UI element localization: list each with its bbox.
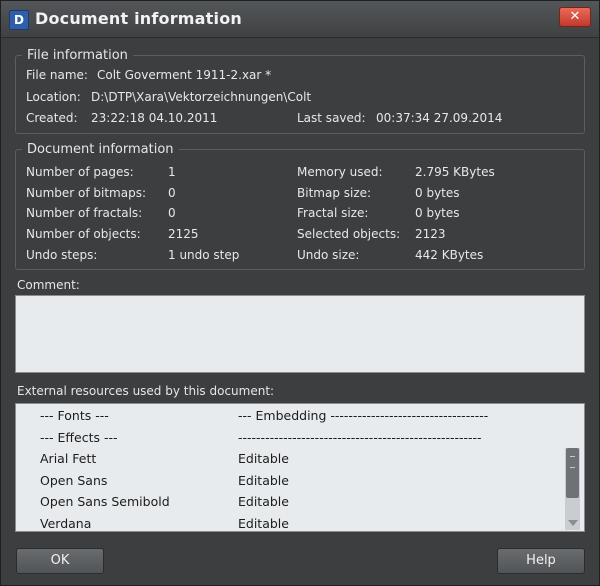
list-item-name[interactable]: Open Sans: [40, 473, 107, 488]
document-information-dialog: D Document information ✕ File informatio…: [0, 0, 600, 586]
list-item-name: --- Fonts ---: [40, 408, 109, 423]
list-item-status: Editable: [238, 494, 289, 509]
external-resources-list[interactable]: --- Fonts --- --- Embedding ------------…: [15, 403, 585, 532]
doc-stat-label: Selected objects:: [297, 227, 401, 241]
file-name-value: Colt Goverment 1911-2.xar *: [97, 68, 272, 82]
doc-stat-label: Undo steps:: [26, 248, 98, 262]
close-icon: ✕: [569, 9, 581, 24]
doc-stat-label: Memory used:: [297, 165, 383, 179]
file-information-legend: File information: [27, 48, 128, 63]
grip-icon: [570, 456, 575, 468]
list-item-status: Editable: [238, 516, 289, 531]
doc-stat-value: 2.795 KBytes: [415, 165, 495, 179]
doc-stat-value: 0 bytes: [415, 206, 460, 220]
help-button[interactable]: Help: [497, 548, 585, 574]
title-bar[interactable]: D Document information ✕: [1, 1, 599, 38]
doc-stat-label: Number of pages:: [26, 165, 134, 179]
list-item-name: --- Effects ---: [40, 430, 118, 445]
document-information-legend: Document information: [27, 142, 174, 157]
doc-stat-label: Fractal size:: [297, 206, 369, 220]
file-name-label: File name:: [26, 68, 88, 82]
ok-button[interactable]: OK: [16, 548, 104, 574]
scrollbar-thumb[interactable]: [566, 448, 579, 498]
doc-stat-label: Undo size:: [297, 248, 360, 262]
list-item-status: Editable: [238, 451, 289, 466]
doc-stat-value: 442 KBytes: [415, 248, 484, 262]
doc-stat-label: Number of objects:: [26, 227, 141, 241]
comment-label: Comment:: [17, 278, 80, 292]
doc-stat-value: 0: [168, 186, 176, 200]
scroll-down-arrow-icon[interactable]: [568, 520, 578, 526]
doc-stat-value: 2123: [415, 227, 446, 241]
doc-stat-label: Number of bitmaps:: [26, 186, 147, 200]
dialog-title: Document information: [35, 9, 242, 28]
doc-stat-label: Number of fractals:: [26, 206, 143, 220]
doc-stat-value: 0: [168, 206, 176, 220]
list-item-status: ----------------------------------------…: [238, 430, 482, 445]
list-scrollbar[interactable]: [565, 448, 580, 530]
location-value: D:\DTP\Xara\Vektorzeichnungen\Colt: [91, 90, 312, 104]
list-item-name[interactable]: Open Sans Semibold: [40, 494, 170, 509]
doc-stat-value: 1: [168, 165, 176, 179]
list-item-status: Editable: [238, 473, 289, 488]
doc-stat-value: 2125: [168, 227, 199, 241]
doc-stat-label: Bitmap size:: [297, 186, 372, 200]
created-value: 23:22:18 04.10.2011: [91, 111, 218, 125]
list-item-name[interactable]: Arial Fett: [40, 451, 96, 466]
list-item-status: --- Embedding --------------------------…: [238, 408, 489, 423]
created-label: Created:: [26, 111, 78, 125]
comment-textarea[interactable]: [15, 295, 585, 373]
doc-stat-value: 1 undo step: [168, 248, 240, 262]
last-saved-value: 00:37:34 27.09.2014: [376, 111, 503, 125]
last-saved-label: Last saved:: [297, 111, 366, 125]
list-item-name[interactable]: Verdana: [40, 516, 91, 531]
close-button[interactable]: ✕: [559, 7, 591, 27]
external-resources-label: External resources used by this document…: [17, 384, 275, 398]
xara-app-icon: D: [9, 10, 29, 30]
location-label: Location:: [26, 90, 81, 104]
doc-stat-value: 0 bytes: [415, 186, 460, 200]
